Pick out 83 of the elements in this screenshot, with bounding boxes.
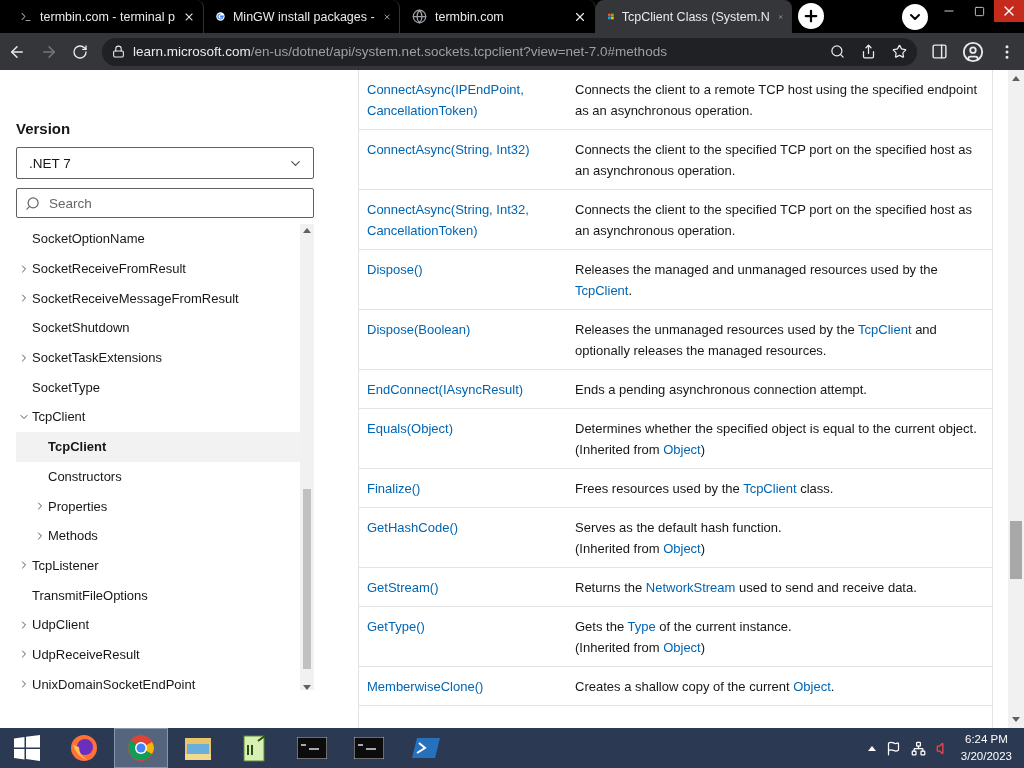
- browser-tab[interactable]: TcpClient Class (System.N: [596, 0, 792, 33]
- windows-icon: [14, 735, 40, 761]
- description-text: Releases the unmanaged resources used by the TcpClient and optionally releases the managed resources.: [575, 321, 938, 360]
- description-text: (Inherited from Object): [575, 540, 707, 558]
- description-text: Creates a shallow copy of the current Object.: [575, 678, 836, 696]
- notepad-icon: [242, 733, 268, 763]
- method-link[interactable]: EndConnect(IAsyncResult): [367, 379, 575, 400]
- tree-item[interactable]: SocketReceiveFromResult: [16, 253, 300, 284]
- tree-item[interactable]: TcpListener: [16, 550, 300, 581]
- tab-search-button[interactable]: [902, 4, 928, 30]
- method-link[interactable]: Dispose(): [367, 259, 575, 280]
- method-link[interactable]: ConnectAsync(IPEndPoint,: [367, 79, 575, 100]
- method-link[interactable]: MemberwiseClone(): [367, 676, 575, 697]
- description-text: Gets the Type of the current instance.: [575, 618, 793, 636]
- description-text: Connects the client to the specified TCP port on the specified host as an asynchronous operation.: [575, 141, 973, 180]
- new-tab-button[interactable]: [798, 3, 824, 29]
- description-text: Ends a pending asynchronous connection attempt.: [575, 381, 868, 399]
- method-link[interactable]: Dispose(Boolean): [367, 319, 575, 340]
- type-link[interactable]: Object: [663, 640, 701, 655]
- tree-item[interactable]: SocketTaskExtensions: [16, 342, 300, 373]
- plus-icon: [802, 7, 820, 25]
- clock[interactable]: 6:24 PM 3/20/2023: [960, 731, 1012, 765]
- tree-item[interactable]: Constructors: [16, 461, 300, 492]
- search-field[interactable]: Search: [16, 188, 314, 218]
- method-link[interactable]: GetType(): [367, 616, 575, 637]
- scrollbar[interactable]: [300, 224, 314, 690]
- type-link[interactable]: TcpClient: [743, 481, 797, 496]
- globe-icon: [412, 9, 427, 24]
- description-text: Returns the NetworkStream used to send and receive data.: [575, 579, 918, 597]
- console-icon: [354, 737, 384, 759]
- tree-item[interactable]: UnixDomainSocketEndPoint: [16, 669, 300, 699]
- profile-icon[interactable]: [962, 40, 984, 63]
- search-icon[interactable]: [830, 44, 845, 59]
- type-link[interactable]: TcpClient: [858, 322, 912, 337]
- search-icon: [25, 196, 40, 211]
- side-panel-icon[interactable]: [931, 43, 948, 60]
- method-link[interactable]: CancellationToken): [367, 220, 575, 241]
- tree-item[interactable]: SocketOptionName: [16, 224, 300, 254]
- reload-icon[interactable]: [72, 43, 88, 60]
- version-select[interactable]: .NET 7: [16, 147, 314, 179]
- version-label: Version: [16, 120, 72, 137]
- type-link[interactable]: Object: [663, 541, 701, 556]
- fox-globe-icon: [69, 733, 99, 763]
- restore-icon: [973, 5, 985, 17]
- tree-item[interactable]: TcpClient: [16, 402, 300, 432]
- flag-icon[interactable]: [885, 740, 901, 756]
- type-link[interactable]: Object: [793, 679, 831, 694]
- description-text: Frees resources used by the TcpClient class.: [575, 480, 835, 498]
- close-button[interactable]: [994, 0, 1024, 22]
- address-bar[interactable]: learn.microsoft.com/en-us/dotnet/api/system.net.sockets.tcpclient?view=net-7.0#methods: [102, 37, 917, 66]
- description-text: Releases the managed and unmanaged resources used by the TcpClient.: [575, 261, 939, 300]
- method-link[interactable]: GetHashCode(): [367, 517, 575, 538]
- share-icon[interactable]: [861, 44, 876, 59]
- tree-item[interactable]: UdpReceiveResult: [16, 639, 300, 670]
- description-text: (Inherited from Object): [575, 639, 707, 657]
- console-icon: [297, 737, 327, 759]
- method-link[interactable]: GetStream(): [367, 577, 575, 598]
- method-link[interactable]: ConnectAsync(String, Int32): [367, 139, 575, 160]
- tree-item[interactable]: UdpClient: [16, 609, 300, 640]
- type-link[interactable]: NetworkStream: [645, 580, 736, 595]
- tree-item[interactable]: TcpClient: [16, 431, 300, 462]
- description-text: Connects the client to a remote TCP host using the specified endpoint as an asynchronous operation.: [575, 81, 979, 120]
- type-link[interactable]: Type: [627, 619, 656, 634]
- scrollbar[interactable]: [1008, 70, 1024, 728]
- method-link[interactable]: CancellationToken): [367, 100, 575, 121]
- star-icon[interactable]: [892, 44, 907, 59]
- method-link[interactable]: Finalize(): [367, 478, 575, 499]
- tree-item[interactable]: Methods: [16, 520, 300, 551]
- type-link[interactable]: Object: [663, 442, 701, 457]
- tree-item[interactable]: TransmitFileOptions: [16, 580, 300, 610]
- tree-item[interactable]: SocketShutdown: [16, 313, 300, 343]
- tree-item[interactable]: SocketType: [16, 372, 300, 403]
- network-icon[interactable]: [910, 740, 926, 756]
- caret-up-icon[interactable]: [867, 745, 876, 751]
- tree-item[interactable]: Properties: [16, 491, 300, 521]
- lock-icon: [112, 45, 125, 58]
- description-text: Serves as the default hash function.: [575, 519, 783, 537]
- description-text: Connects the client to the specified TCP port on the specified host as an asynchronous operation.: [575, 201, 973, 240]
- method-link[interactable]: ConnectAsync(String, Int32,: [367, 199, 575, 220]
- tree-item[interactable]: SocketReceiveMessageFromResult: [16, 283, 300, 314]
- description-text: Determines whether the specified object is equal to the current object.: [575, 420, 978, 438]
- method-link[interactable]: Equals(Object): [367, 418, 575, 439]
- description-text: (Inherited from Object): [575, 441, 707, 459]
